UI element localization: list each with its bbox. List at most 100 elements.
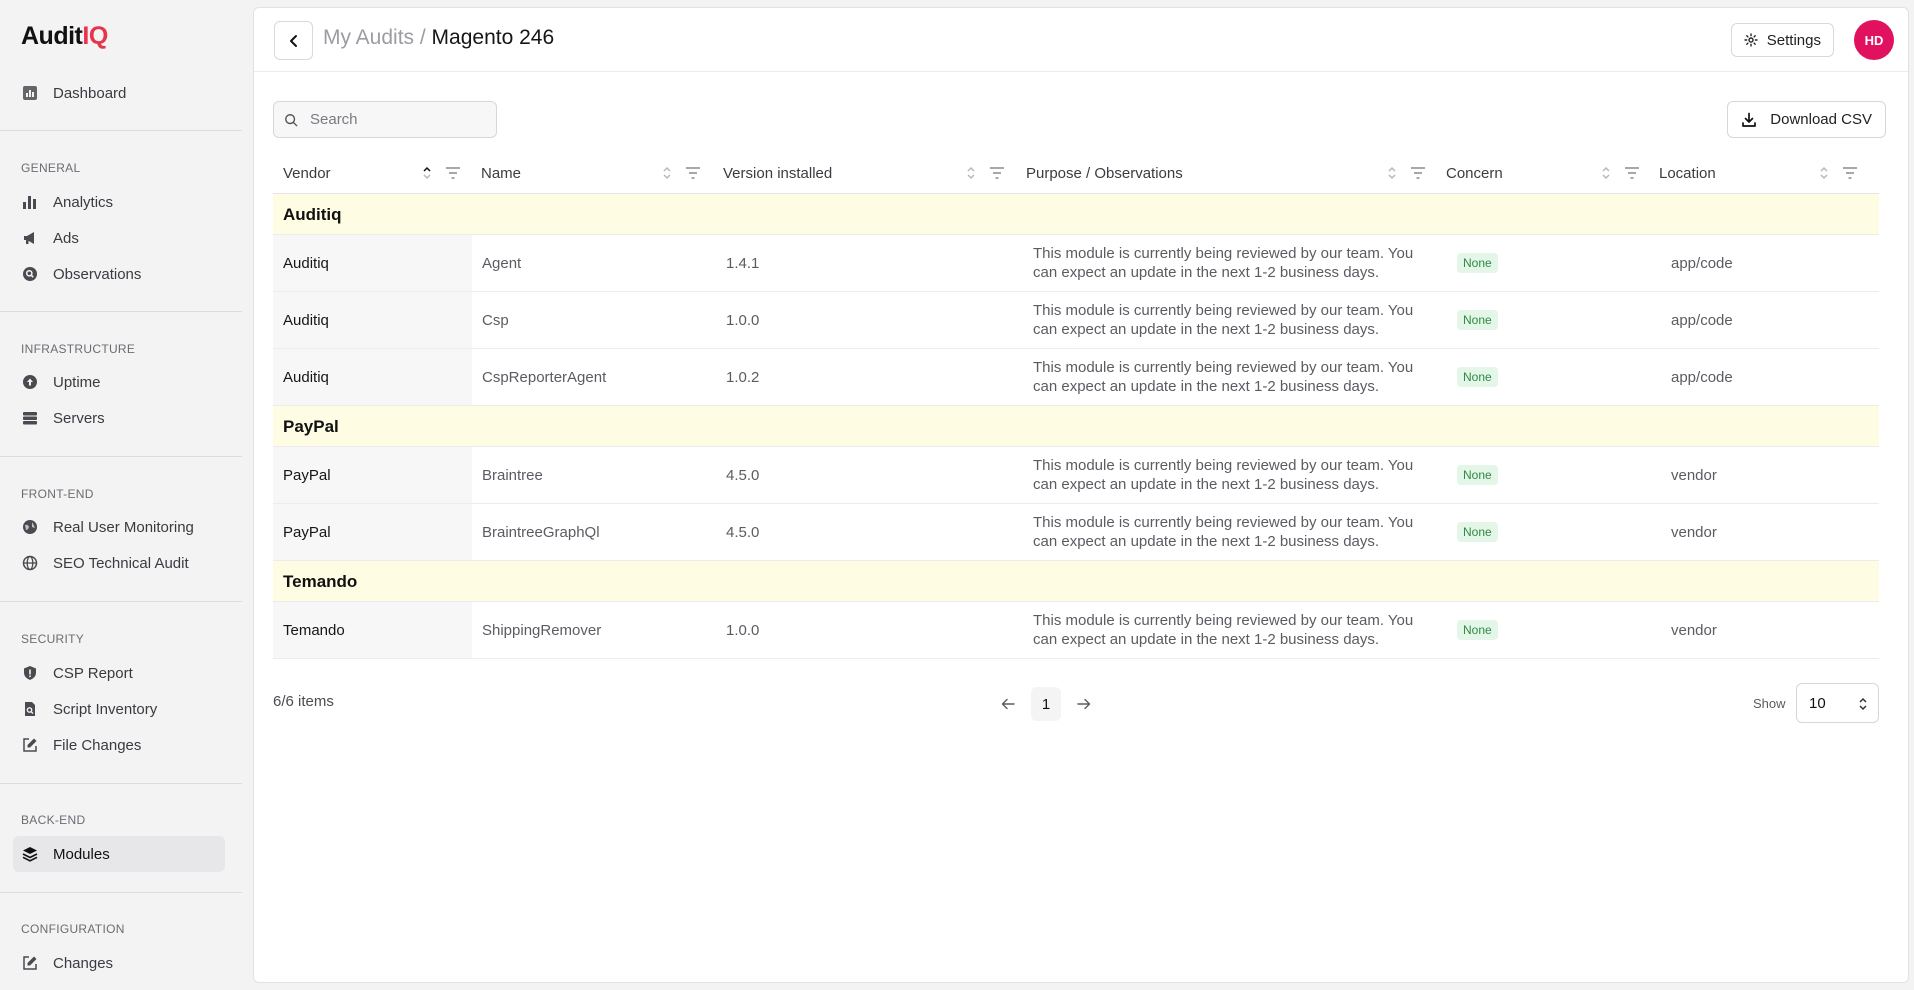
table-row[interactable]: Auditiq Agent 1.4.1 This module is curre…	[273, 235, 1879, 292]
settings-button[interactable]: Settings	[1730, 23, 1834, 57]
cell-concern: None	[1457, 292, 1498, 348]
items-count: 6/6 items	[273, 693, 334, 710]
sidebar-item-seo-technical-audit[interactable]: SEO Technical Audit	[13, 545, 225, 581]
table-row[interactable]: Temando ShippingRemover 1.0.0 This modul…	[273, 602, 1879, 659]
sidebar-divider	[0, 892, 242, 893]
main-panel: My Audits / Magento 246 Settings HD Down…	[253, 7, 1909, 983]
filter-icon[interactable]	[686, 167, 700, 179]
download-label: Download CSV	[1770, 111, 1872, 128]
section-label-security: SECURITY	[21, 632, 85, 646]
sidebar-item-ads[interactable]: Ads	[13, 220, 225, 256]
purpose-line: can expect an update in the next 1-2 bus…	[1033, 378, 1380, 395]
sidebar-item-analytics[interactable]: Analytics	[13, 184, 225, 220]
arrow-up-circle-icon	[21, 373, 39, 391]
filter-icon[interactable]	[1843, 167, 1857, 179]
sidebar-item-file-changes[interactable]: File Changes	[13, 727, 225, 763]
status-badge: None	[1457, 465, 1498, 485]
table-row[interactable]: Auditiq Csp 1.0.0 This module is current…	[273, 292, 1879, 349]
page-size-select[interactable]: 10	[1796, 683, 1879, 723]
next-page-arrow-icon[interactable]	[1071, 691, 1097, 717]
table-row[interactable]: PayPal Braintree 4.5.0 This module is cu…	[273, 447, 1879, 504]
purpose-line: can expect an update in the next 1-2 bus…	[1033, 476, 1380, 493]
cell-version: 1.4.1	[726, 254, 760, 272]
cell-location: vendor	[1671, 466, 1717, 484]
sidebar-item-servers[interactable]: Servers	[13, 400, 225, 436]
filter-icon[interactable]	[446, 167, 460, 179]
back-button[interactable]	[274, 21, 313, 60]
sort-icon[interactable]	[662, 165, 672, 181]
sidebar-item-dashboard[interactable]: Dashboard	[13, 75, 225, 111]
sidebar: AuditIQ Dashboard GENERAL Analytics Ads …	[0, 0, 252, 990]
search-input[interactable]	[310, 111, 480, 128]
sidebar-item-label: CSP Report	[53, 664, 133, 682]
cell-location: app/code	[1671, 254, 1733, 272]
cell-purpose: This module is currently being reviewed …	[1033, 235, 1433, 291]
prev-page-arrow-icon[interactable]	[995, 691, 1021, 717]
search-icon	[284, 113, 298, 127]
group-title: PayPal	[283, 417, 339, 436]
sidebar-item-label: SEO Technical Audit	[53, 554, 189, 572]
sort-icon[interactable]	[1387, 165, 1397, 181]
cell-concern: None	[1457, 504, 1498, 560]
avatar[interactable]: HD	[1854, 20, 1894, 60]
cell-location: vendor	[1671, 621, 1717, 639]
megaphone-icon	[21, 229, 39, 247]
cell-vendor: Temando	[283, 621, 345, 639]
sort-icon[interactable]	[1819, 165, 1829, 181]
cell-location: app/code	[1671, 311, 1733, 329]
app-logo[interactable]: AuditIQ	[21, 22, 108, 51]
column-header-concern[interactable]: Concern	[1446, 152, 1503, 194]
download-csv-button[interactable]: Download CSV	[1727, 101, 1886, 138]
cell-concern: None	[1457, 235, 1498, 291]
cell-version: 1.0.0	[726, 621, 760, 639]
page-size-value: 10	[1809, 694, 1826, 712]
sidebar-item-real-user-monitoring[interactable]: Real User Monitoring	[13, 509, 225, 545]
purpose-line: This module is currently being reviewed …	[1033, 612, 1414, 629]
group-row-temando: Temando	[273, 561, 1879, 602]
column-header-version[interactable]: Version installed	[723, 152, 832, 194]
cell-vendor: PayPal	[283, 523, 331, 541]
sidebar-item-csp-report[interactable]: CSP Report	[13, 655, 225, 691]
page-number[interactable]: 1	[1031, 687, 1061, 721]
cell-location: vendor	[1671, 523, 1717, 541]
column-header-purpose[interactable]: Purpose / Observations	[1026, 152, 1183, 194]
cell-version: 1.0.0	[726, 311, 760, 329]
filter-icon[interactable]	[1625, 167, 1639, 179]
settings-label: Settings	[1766, 31, 1821, 49]
cell-purpose: This module is currently being reviewed …	[1033, 447, 1433, 503]
breadcrumb-parent[interactable]: My Audits /	[323, 26, 426, 49]
column-header-name[interactable]: Name	[481, 152, 521, 194]
sidebar-item-modules[interactable]: Modules	[13, 836, 225, 872]
section-label-back-end: BACK-END	[21, 813, 86, 827]
table-row[interactable]: PayPal BraintreeGraphQl 4.5.0 This modul…	[273, 504, 1879, 561]
sort-icon[interactable]	[422, 165, 432, 181]
status-badge: None	[1457, 620, 1498, 640]
sidebar-item-script-inventory[interactable]: Script Inventory	[13, 691, 225, 727]
purpose-line: This module is currently being reviewed …	[1033, 359, 1414, 376]
file-search-icon	[21, 700, 39, 718]
sidebar-item-observations[interactable]: Observations	[13, 256, 225, 292]
table-header: Vendor Name Version installed Purpose / …	[273, 152, 1879, 194]
filter-icon[interactable]	[1411, 167, 1425, 179]
cell-version: 1.0.2	[726, 368, 760, 386]
filter-icon[interactable]	[990, 167, 1004, 179]
download-icon	[1741, 112, 1757, 128]
cell-name: Braintree	[482, 466, 543, 484]
sidebar-item-changes[interactable]: Changes	[13, 945, 225, 981]
sort-icon[interactable]	[1601, 165, 1611, 181]
column-header-location[interactable]: Location	[1659, 152, 1716, 194]
sort-icon[interactable]	[966, 165, 976, 181]
breadcrumb: My Audits / Magento 246	[323, 26, 554, 50]
search-box[interactable]	[273, 101, 497, 138]
cell-purpose: This module is currently being reviewed …	[1033, 504, 1433, 560]
sidebar-item-label: Script Inventory	[53, 700, 158, 718]
column-header-vendor[interactable]: Vendor	[283, 152, 331, 194]
sidebar-item-uptime[interactable]: Uptime	[13, 364, 225, 400]
cell-vendor: Auditiq	[283, 368, 329, 386]
cell-purpose: This module is currently being reviewed …	[1033, 602, 1433, 658]
globe-person-icon	[21, 518, 39, 536]
table-row[interactable]: Auditiq CspReporterAgent 1.0.2 This modu…	[273, 349, 1879, 406]
purpose-line: can expect an update in the next 1-2 bus…	[1033, 264, 1380, 281]
edit-icon	[21, 954, 39, 972]
purpose-line: can expect an update in the next 1-2 bus…	[1033, 533, 1380, 550]
